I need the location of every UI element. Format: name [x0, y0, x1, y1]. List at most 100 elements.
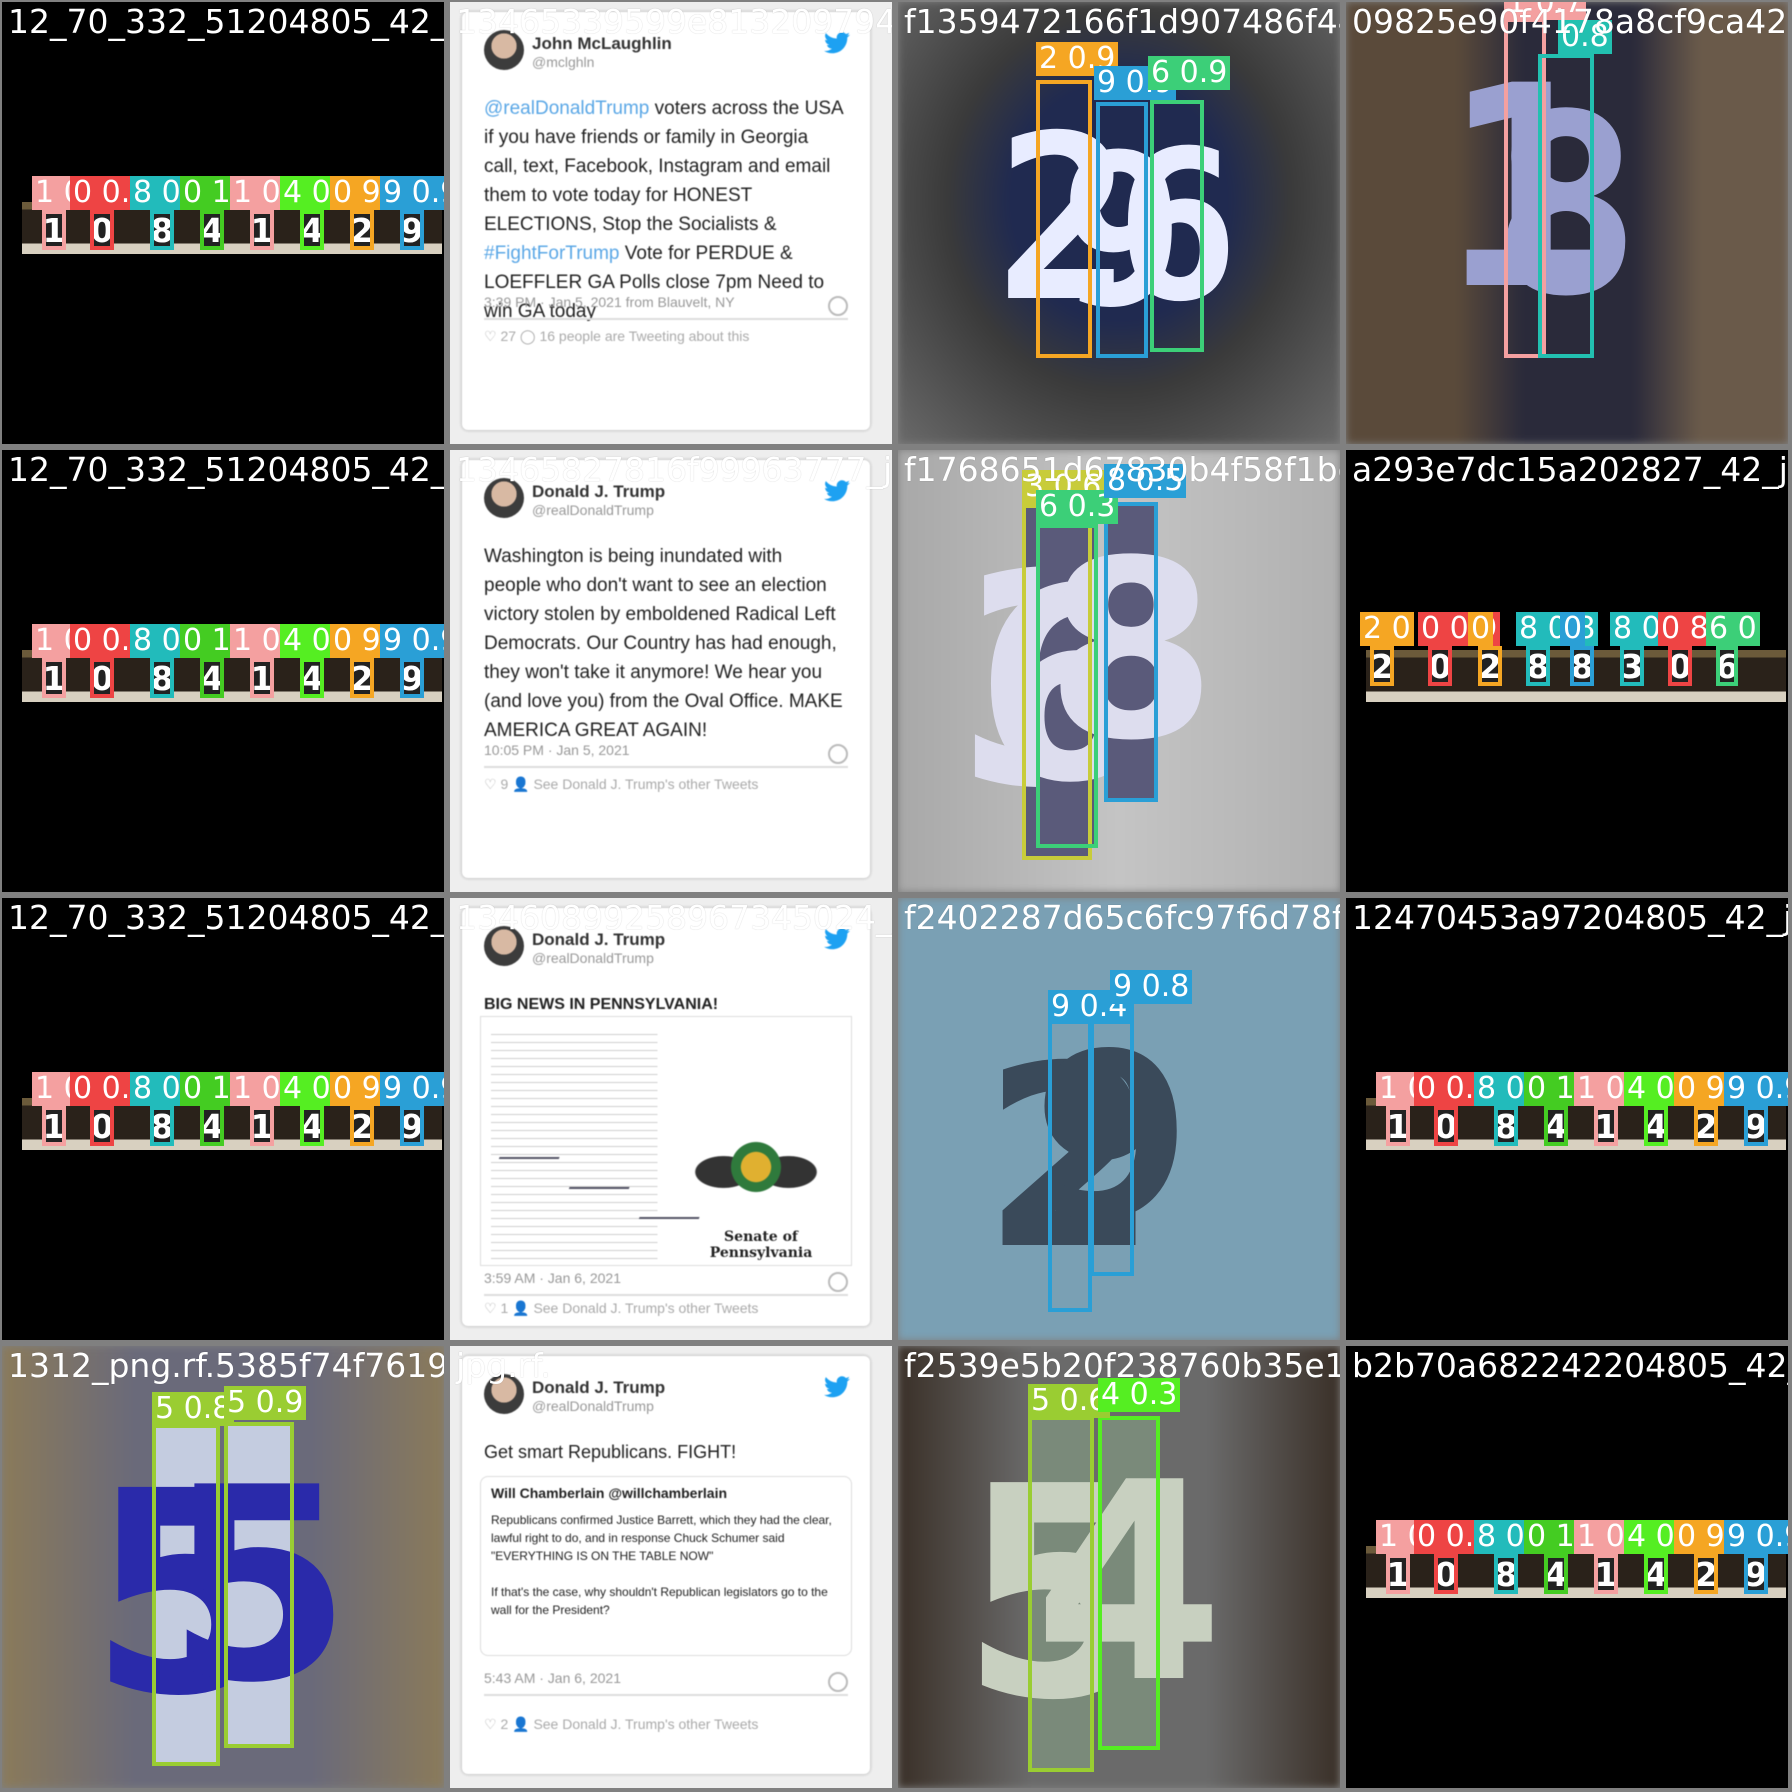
- quoted-text: Republicans confirmed Justice Barrett, w…: [491, 1513, 832, 1617]
- detection-label: 0 1: [180, 176, 234, 210]
- filename-label: 12_70_332_51204805_42_jpg.rf.: [8, 450, 444, 489]
- bounding-box: [1096, 102, 1148, 358]
- bounding-box: [1036, 80, 1092, 358]
- tweet-engagement: ♡ 27 ◯ 16 people are Tweeting about this: [484, 328, 750, 344]
- bounding-box: [90, 210, 114, 250]
- bounding-box: [1644, 1554, 1668, 1594]
- bounding-box: [1090, 998, 1134, 1276]
- detection-label: 0 1: [180, 624, 234, 658]
- embedded-document-image: Senate of Pennsylvania: [480, 1016, 852, 1266]
- bounding-box: [1434, 1106, 1458, 1146]
- bounding-box: [90, 658, 114, 698]
- detection-label: 0 1: [1524, 1072, 1578, 1106]
- detection-label: 9 0.9: [1724, 1072, 1788, 1106]
- mosaic-tile: Donald J. Trump @realDonaldTrump BIG NEWS …: [450, 898, 892, 1340]
- bounding-box: [1028, 1416, 1094, 1772]
- filename-label: a293e7dc15a202827_42_jp: [1352, 450, 1788, 489]
- signature-3: [638, 1207, 704, 1219]
- mosaic-tile: 22 000 0.9 2 0 8 8 0.8 8 0 3 8 0.3 0 0 866 0 a293e7…: [1346, 450, 1788, 892]
- quoted-tweet: Will Chamberlain @willchamberlain Republi…: [480, 1476, 852, 1656]
- detection-label: 5 0.9: [224, 1386, 307, 1420]
- bounding-box: [150, 1106, 174, 1146]
- info-icon: [828, 744, 848, 764]
- detection-label: 0: [1560, 612, 1586, 646]
- bounding-box: [1478, 646, 1502, 686]
- bounding-box: [1370, 646, 1394, 686]
- tweet-card: Donald J. Trump @realDonaldTrump BIG NEWS …: [462, 908, 870, 1326]
- tweet-text: @realDonaldTrump voters across the USA i…: [484, 94, 844, 326]
- bounding-box: [42, 658, 66, 698]
- tweet-text: Get smart Republicans. FIGHT!: [484, 1438, 844, 1467]
- bounding-box: [1494, 1106, 1518, 1146]
- mosaic-tile: 55 0.855 0.91312_png.rf.5385f74f76191439…: [2, 1346, 444, 1788]
- detection-label: 9 0.9: [380, 1072, 444, 1106]
- tweet-timestamp: 3:59 AM · Jan 6, 2021: [484, 1270, 621, 1286]
- detection-label: 0 9: [1674, 1520, 1728, 1554]
- tweet-engagement: ♡ 1 👤 See Donald J. Trump's other Tweets: [484, 1300, 759, 1316]
- tweet-card: Donald J. Trump @realDonaldTrump Washingto…: [462, 460, 870, 878]
- mosaic-tile: 11 0.800 0.888 0.840 111 0.844 0.820 999…: [2, 450, 444, 892]
- filename-label: 12470453a97204805_42_jp: [1352, 898, 1788, 937]
- tweet-text: Washington is being inundated with peopl…: [484, 542, 844, 745]
- detection-label: 8 0.8: [1516, 612, 1599, 646]
- tweet-author-handle: @realDonaldTrump: [532, 950, 654, 966]
- tweet-link: @realDonaldTrump: [484, 98, 650, 119]
- detection-label: 0 9: [330, 624, 384, 658]
- detection-label: 9 0.9: [380, 624, 444, 658]
- detection-label: 0: [1468, 612, 1494, 646]
- bounding-box: [1434, 1554, 1458, 1594]
- tweet-text-run: Get smart Republicans. FIGHT!: [484, 1442, 737, 1462]
- filename-label: f2539e5b20f238760b35e11: [904, 1346, 1340, 1385]
- state-seal: [691, 1117, 821, 1217]
- info-icon: [828, 296, 848, 316]
- mosaic-tile: John McLaughlin @mclghln @realDonaldTrump …: [450, 2, 892, 444]
- bounding-box: [1544, 1106, 1568, 1146]
- filename-label: 09825e90f4178a8cf9ca42: [1352, 2, 1788, 41]
- bounding-box: [1048, 1006, 1092, 1312]
- bounding-box: [350, 210, 374, 250]
- divider: [484, 1694, 848, 1696]
- detection-label: 2 0: [1360, 612, 1414, 646]
- bounding-box: [200, 210, 224, 250]
- bounding-box: [150, 658, 174, 698]
- bounding-box: [1494, 1554, 1518, 1594]
- info-icon: [828, 1272, 848, 1292]
- mosaic-tile: 33 0.666 0.388 0.5f1768651d67830b4f58f1b…: [898, 450, 1340, 892]
- filename-label: b2b70a682242204805_42_jp: [1352, 1346, 1788, 1385]
- bounding-box: [250, 1106, 274, 1146]
- bounding-box: [1104, 502, 1158, 802]
- bounding-box: [350, 1106, 374, 1146]
- signature-2: [568, 1177, 634, 1189]
- filename-label: 13465827816f99963777_jpg.rf.: [456, 450, 892, 489]
- tweet-timestamp: 5:43 AM · Jan 6, 2021: [484, 1670, 621, 1686]
- bounding-box: [1594, 1554, 1618, 1594]
- bounding-box: [400, 210, 424, 250]
- detection-label: 6 0: [1706, 612, 1760, 646]
- mosaic-tile: Donald J. Trump @realDonaldTrump Get smart…: [450, 1346, 892, 1788]
- bounding-box: [90, 1106, 114, 1146]
- bounding-box: [300, 210, 324, 250]
- tweet-engagement: ♡ 2 👤 See Donald J. Trump's other Tweets: [484, 1716, 759, 1732]
- tweet-timestamp: 3:39 PM · Jan 5, 2021 from Blauvelt, NY: [484, 294, 735, 310]
- bounding-box: [1644, 1106, 1668, 1146]
- filename-label: 13460899258967345024_jpg.rf.: [456, 898, 892, 937]
- bounding-box: [1098, 1416, 1160, 1750]
- mosaic-tile: 11 0.800 0.888 0.840 111 0.844 0.820 999…: [1346, 1346, 1788, 1788]
- bounding-box: [250, 658, 274, 698]
- tweet-card: Donald J. Trump @realDonaldTrump Get smart…: [462, 1356, 870, 1774]
- bounding-box: [400, 1106, 424, 1146]
- bounding-box: [42, 210, 66, 250]
- filename-label: 12_70_332_51204805_42_jpg.rf.: [8, 2, 444, 41]
- mosaic-tile: 22 0.9 9 9 0.9 6 6 0.9 f1359472166f1d907486f4…: [898, 2, 1340, 444]
- mosaic-tile: 11 0.7 8 0.8 09825e90f4178a8cf9ca42: [1346, 2, 1788, 444]
- twitter-bird-icon: [824, 1376, 850, 1398]
- bounding-box: [1544, 1554, 1568, 1594]
- bounding-box: [1620, 646, 1644, 686]
- divider: [484, 1294, 848, 1296]
- filename-label: 12_70_332_51204805_42_jpg.rf.: [8, 898, 444, 937]
- mosaic-tile: Donald J. Trump @realDonaldTrump Washingto…: [450, 450, 892, 892]
- filename-label: f1768651d67830b4f58f1bc: [904, 450, 1340, 489]
- detection-label: 5 0.8: [152, 1392, 235, 1426]
- mosaic-tile: 29 0.4 9 9 0.8 f2402287d65c6fc97f6d78f: [898, 898, 1340, 1340]
- bounding-box: [1036, 524, 1098, 848]
